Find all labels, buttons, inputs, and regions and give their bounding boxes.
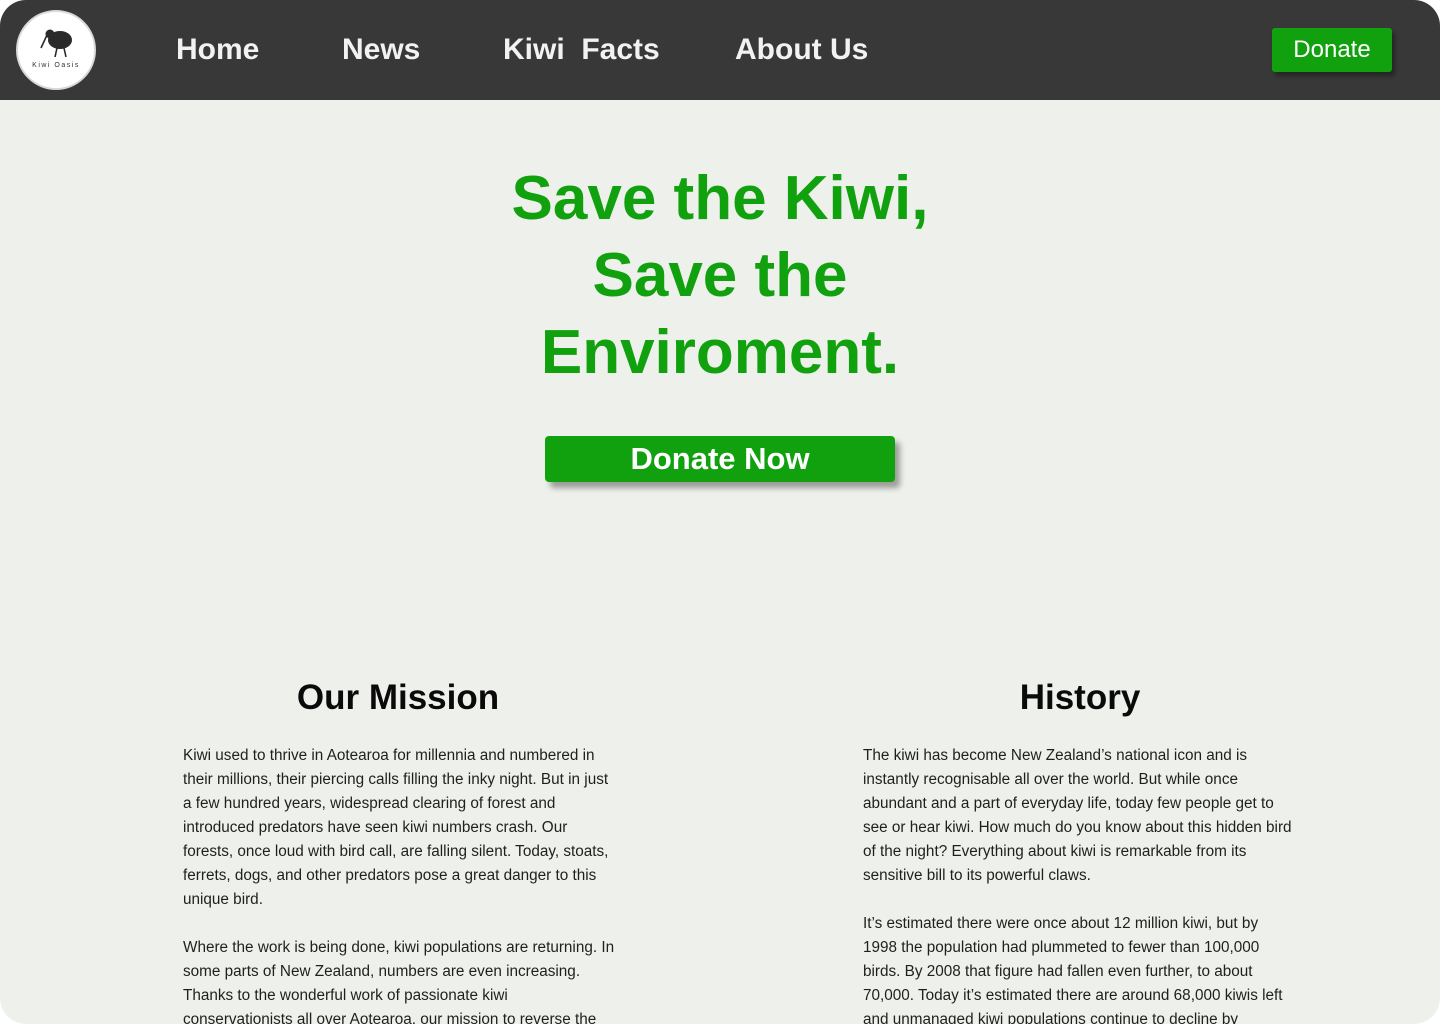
history-title: History xyxy=(1019,678,1141,717)
mission-title: Our Mission xyxy=(296,678,500,717)
nav-kiwi-facts[interactable]: Kiwi Facts xyxy=(503,30,660,70)
mission-body: Kiwi used to thrive in Aotearoa for mill… xyxy=(183,744,615,1024)
hero-title-line: Save the Kiwi, xyxy=(511,164,929,233)
nav-home[interactable]: Home xyxy=(176,30,259,70)
history-paragraph: The kiwi has become New Zealand’s nation… xyxy=(863,747,1292,884)
logo[interactable]: Kiwi Oasis xyxy=(16,10,96,90)
nav-about-us[interactable]: About Us xyxy=(735,30,868,70)
nav-news[interactable]: News xyxy=(342,30,420,70)
hero-title-line: Save the xyxy=(592,241,848,310)
logo-text: Kiwi Oasis xyxy=(32,62,80,69)
hero-title-line: Enviroment. xyxy=(540,318,900,387)
donate-now-button[interactable]: Donate Now xyxy=(545,436,895,482)
donate-button[interactable]: Donate xyxy=(1272,28,1392,72)
page-frame: Kiwi Oasis Home News Kiwi Facts About Us… xyxy=(0,0,1440,1024)
navbar: Kiwi Oasis Home News Kiwi Facts About Us… xyxy=(0,0,1440,100)
history-body: The kiwi has become New Zealand’s nation… xyxy=(863,744,1295,1024)
kiwi-bird-icon xyxy=(40,29,72,58)
hero-title: Save the Kiwi, Save the Enviroment. xyxy=(420,160,1020,391)
mission-paragraph: Kiwi used to thrive in Aotearoa for mill… xyxy=(183,747,609,908)
history-paragraph: It’s estimated there were once about 12 … xyxy=(863,915,1283,1024)
mission-paragraph: Where the work is being done, kiwi popul… xyxy=(183,939,615,1024)
